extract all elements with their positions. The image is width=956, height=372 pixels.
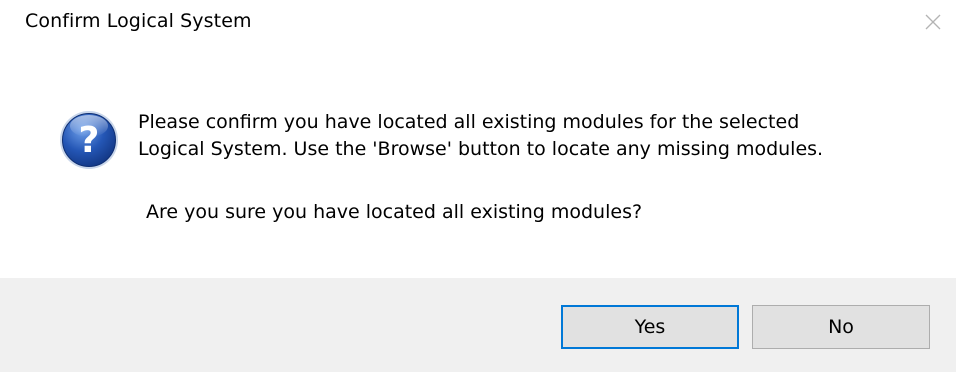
question-icon: ?	[58, 109, 120, 171]
svg-text:?: ?	[79, 120, 100, 161]
close-button[interactable]	[910, 0, 956, 44]
no-button[interactable]: No	[752, 305, 930, 349]
dialog-message: Please confirm you have located all exis…	[138, 109, 938, 163]
message-line: Please confirm you have located all exis…	[138, 111, 800, 133]
window-title: Confirm Logical System	[25, 10, 252, 32]
confirmation-question: Are you sure you have located all existi…	[146, 201, 643, 223]
message-line: Logical System. Use the 'Browse' button …	[138, 138, 824, 160]
confirm-dialog: Confirm Logical System ? Please confirm …	[0, 0, 956, 372]
yes-button[interactable]: Yes	[561, 305, 739, 349]
close-icon	[924, 13, 942, 31]
